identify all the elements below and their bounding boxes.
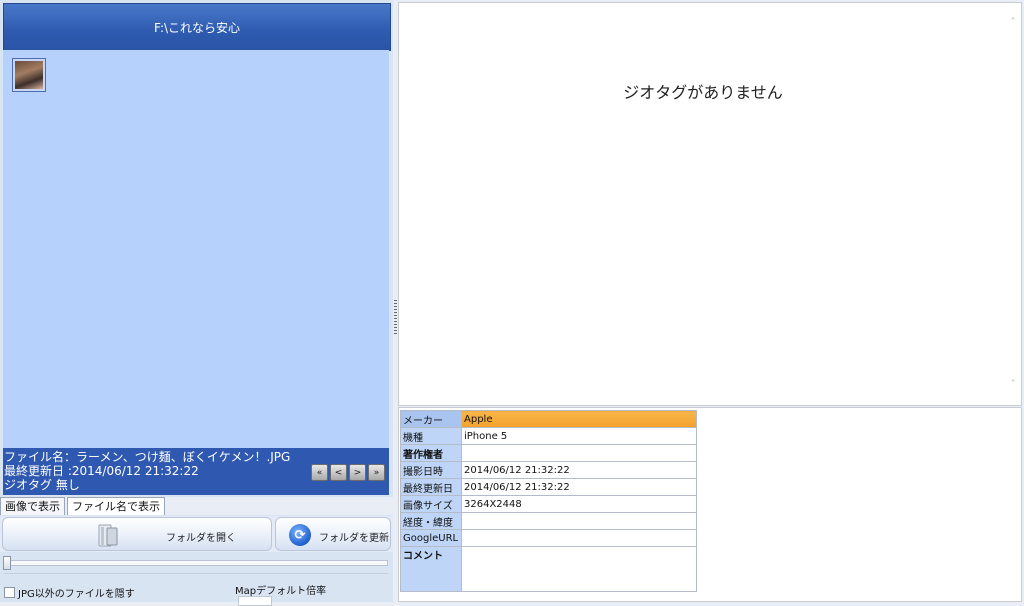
- exif-key-maker: メーカー: [400, 410, 462, 428]
- table-row[interactable]: 画像サイズ 3264X2448: [400, 495, 697, 513]
- exif-value-google-url[interactable]: [461, 529, 697, 547]
- table-row[interactable]: 機種 iPhone 5: [400, 427, 697, 445]
- left-arrow-icon: <: [334, 467, 343, 478]
- no-geotag-message: ジオタグがありません: [623, 83, 783, 102]
- image-thumbnail[interactable]: [12, 58, 46, 92]
- table-row[interactable]: 撮影日時 2014/06/12 21:32:22: [400, 461, 697, 479]
- exif-key-copyright: 著作権者: [400, 444, 462, 462]
- exif-key-image-size: 画像サイズ: [400, 495, 462, 513]
- folder-icon: [98, 524, 118, 547]
- tab-filename-view[interactable]: ファイル名で表示: [67, 497, 165, 515]
- table-row[interactable]: 経度・緯度: [400, 512, 697, 530]
- refresh-icon: ⟳: [289, 524, 311, 546]
- table-row[interactable]: GoogleURL: [400, 529, 697, 547]
- exif-key-lonlat: 経度・緯度: [400, 512, 462, 530]
- open-folder-label: フォルダを開く: [166, 533, 236, 544]
- exif-info-panel: メーカー Apple 機種 iPhone 5 著作権者 撮影日時 2014/06…: [398, 407, 1022, 602]
- tab-image-view[interactable]: 画像で表示: [0, 497, 65, 515]
- open-folder-button[interactable]: フォルダを開く: [2, 517, 272, 551]
- divider: [4, 573, 388, 574]
- exif-value-taken-date[interactable]: 2014/06/12 21:32:22: [461, 461, 697, 479]
- map-zoom-label: Mapデフォルト倍率: [235, 586, 327, 597]
- left-pane: F:\これなら安心 ファイル名：ラーメン、つけ麺、ぼくイケメン！.JPG 最終更…: [0, 0, 393, 606]
- table-row[interactable]: メーカー Apple: [400, 410, 697, 428]
- slider-handle[interactable]: [3, 556, 11, 570]
- exif-key-model: 機種: [400, 427, 462, 445]
- first-image-button[interactable]: «: [311, 464, 328, 481]
- navigation-buttons: « < > »: [311, 464, 385, 481]
- file-name-text: ファイル名：ラーメン、つけ麺、ぼくイケメン！.JPG: [4, 450, 291, 464]
- scroll-down-icon[interactable]: ˅: [1005, 377, 1021, 393]
- hide-non-jpg-label: JPG以外のファイルを隠す: [18, 589, 135, 600]
- exif-value-comment[interactable]: [461, 546, 697, 592]
- double-left-icon: «: [316, 467, 323, 478]
- scroll-up-icon[interactable]: ˄: [1005, 15, 1021, 31]
- double-right-icon: »: [373, 467, 380, 478]
- exif-table: メーカー Apple 機種 iPhone 5 著作権者 撮影日時 2014/06…: [400, 410, 697, 592]
- thumbnail-size-slider[interactable]: [4, 560, 388, 566]
- refresh-folder-label: フォルダを更新: [319, 533, 389, 544]
- folder-button-bar: フォルダを開く ⟳ フォルダを更新: [0, 516, 393, 552]
- exif-key-google-url: GoogleURL: [400, 529, 462, 547]
- table-row[interactable]: コメント: [400, 546, 697, 592]
- next-image-button[interactable]: >: [349, 464, 366, 481]
- thumbnail-area[interactable]: [3, 50, 389, 448]
- view-mode-tabs: 画像で表示 ファイル名で表示: [0, 497, 393, 515]
- refresh-folder-button[interactable]: ⟳ フォルダを更新: [275, 517, 391, 551]
- right-arrow-icon: >: [353, 467, 362, 478]
- exif-value-maker[interactable]: Apple: [461, 410, 697, 428]
- exif-value-copyright[interactable]: [461, 444, 697, 462]
- exif-key-comment: コメント: [400, 546, 462, 592]
- folder-path-header: F:\これなら安心: [3, 3, 391, 51]
- table-row[interactable]: 最終更新日 2014/06/12 21:32:22: [400, 478, 697, 496]
- exif-value-image-size[interactable]: 3264X2448: [461, 495, 697, 513]
- splitter-grip-icon: [394, 300, 397, 336]
- hide-non-jpg-checkbox[interactable]: JPG以外のファイルを隠す: [4, 585, 135, 600]
- last-image-button[interactable]: »: [368, 464, 385, 481]
- folder-path-title: F:\これなら安心: [153, 20, 241, 35]
- exif-key-taken-date: 撮影日時: [400, 461, 462, 479]
- checkbox-box[interactable]: [4, 587, 15, 598]
- prev-image-button[interactable]: <: [330, 464, 347, 481]
- exif-value-lonlat[interactable]: [461, 512, 697, 530]
- exif-value-modified-date[interactable]: 2014/06/12 21:32:22: [461, 478, 697, 496]
- file-info-panel: ファイル名：ラーメン、つけ麺、ぼくイケメン！.JPG 最終更新日 :2014/0…: [3, 448, 389, 495]
- thumbnail-image: [15, 61, 43, 89]
- map-zoom-input[interactable]: [238, 596, 272, 606]
- exif-value-model[interactable]: iPhone 5: [461, 427, 697, 445]
- map-scrollbar[interactable]: ˄ ˅: [1005, 3, 1021, 405]
- exif-key-modified-date: 最終更新日: [400, 478, 462, 496]
- map-panel[interactable]: ジオタグがありません ˄ ˅: [398, 2, 1022, 406]
- table-row[interactable]: 著作権者: [400, 444, 697, 462]
